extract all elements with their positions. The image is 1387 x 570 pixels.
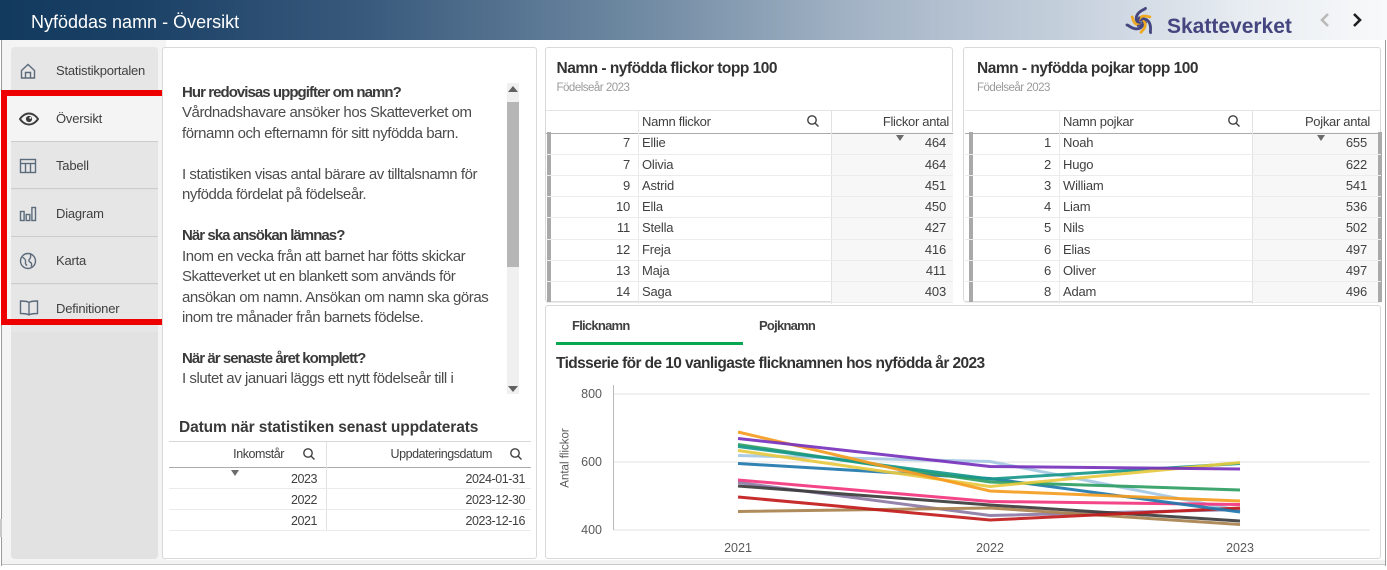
svg-text:2021: 2021 [724,541,752,554]
svg-text:2022: 2022 [976,541,1004,554]
svg-text:2023: 2023 [1226,541,1254,554]
svg-text:Antal flickor: Antal flickor [560,428,572,488]
svg-text:600: 600 [581,455,602,469]
svg-text:800: 800 [581,387,602,401]
svg-text:400: 400 [581,523,602,537]
